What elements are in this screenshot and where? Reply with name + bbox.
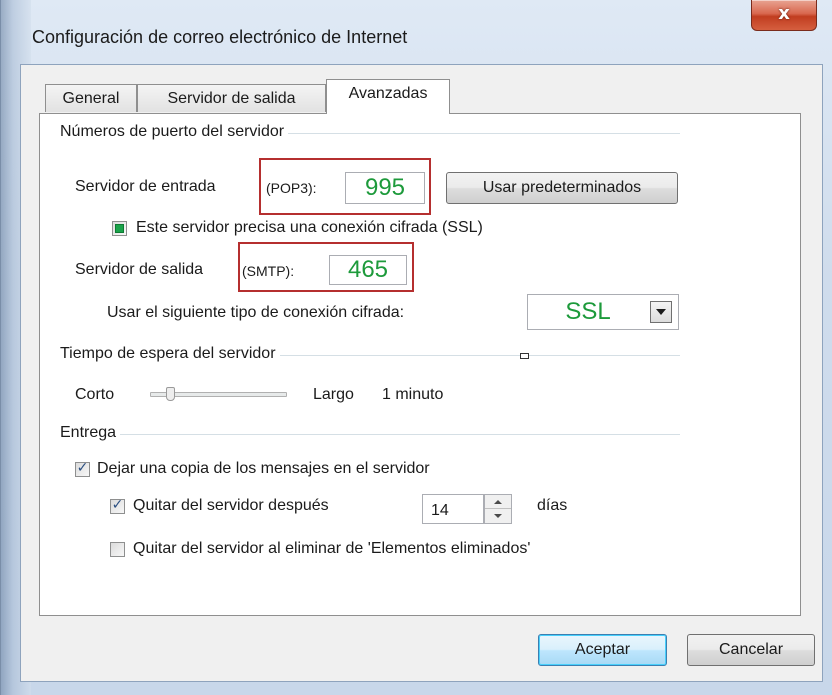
timeout-long-label: Largo [313,386,354,403]
tab-general-label: General [62,90,120,107]
chevron-down-icon[interactable] [650,301,672,323]
incoming-highlight-box [259,158,431,215]
spin-down-icon[interactable] [485,509,511,523]
tab-advanced-label: Avanzadas [348,85,428,102]
checkmark-icon: ✓ [111,497,124,513]
resize-handle-icon [520,353,529,359]
checkbox-indeterminate-fill [115,224,124,233]
cancel-button[interactable]: Cancelar [687,634,815,666]
delivery-group-line [60,434,680,436]
days-spinner[interactable] [484,494,512,524]
days-value: 14 [431,502,449,519]
remove-after-label: Quitar del servidor después [133,497,329,514]
timeout-short-label: Corto [75,386,115,403]
tab-outgoing-server-label: Servidor de salida [167,90,296,107]
timeout-value-label: 1 minuto [382,386,444,403]
spin-up-icon[interactable] [485,495,511,509]
timeout-slider-thumb[interactable] [166,387,176,401]
checkmark-icon: ✓ [76,460,89,476]
ssl-required-checkbox[interactable] [112,221,127,236]
leave-copy-checkbox[interactable]: ✓ [75,460,90,477]
outgoing-highlight-box [238,242,414,292]
ssl-required-label: Este servidor precisa una conexión cifra… [136,219,483,236]
timeout-group-title: Tiempo de espera del servidor [60,345,280,363]
days-label: días [537,497,568,514]
incoming-server-label: Servidor de entrada [75,178,216,195]
use-defaults-button[interactable]: Usar predeterminados [446,172,678,204]
tab-advanced[interactable]: Avanzadas [326,79,450,114]
encryption-type-label: Usar el siguiente tipo de conexión cifra… [107,304,405,321]
days-input[interactable]: 14 [422,494,484,524]
close-icon: x [778,3,790,24]
delivery-group-title: Entrega [60,424,121,442]
tab-outgoing-server[interactable]: Servidor de salida [137,84,326,112]
window-title: Configuración de correo electrónico de I… [32,27,408,47]
ok-button[interactable]: Aceptar [538,634,667,666]
remove-deleted-label: Quitar del servidor al eliminar de 'Elem… [133,540,531,557]
close-button[interactable]: x [751,0,817,31]
remove-deleted-checkbox[interactable] [110,542,125,557]
remove-after-checkbox[interactable]: ✓ [110,497,125,514]
ports-group-title: Números de puerto del servidor [60,123,289,141]
outgoing-server-label: Servidor de salida [75,261,204,278]
tab-general[interactable]: General [45,84,137,112]
leave-copy-label: Dejar una copia de los mensajes en el se… [97,460,430,477]
encryption-type-value: SSL [565,298,611,325]
